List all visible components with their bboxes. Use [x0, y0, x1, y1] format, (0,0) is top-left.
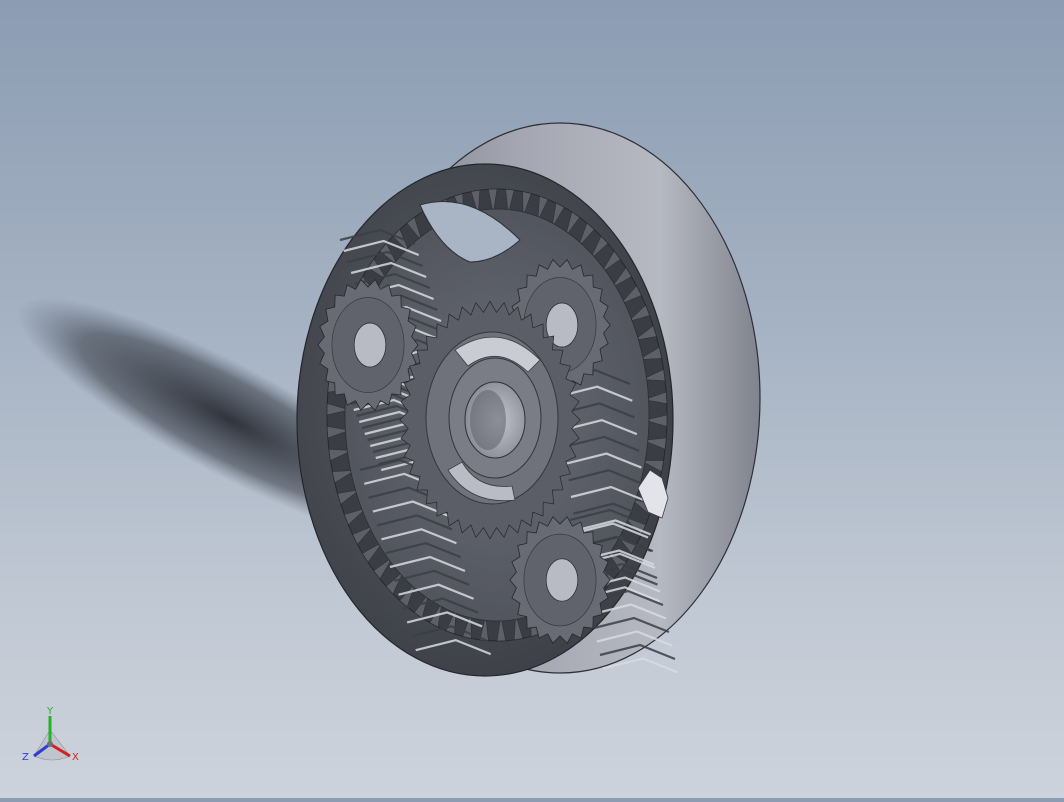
orientation-triad[interactable]: Y X Z — [22, 706, 79, 763]
gear-model[interactable] — [296, 122, 761, 677]
sun-carrier — [399, 300, 581, 540]
triad-x-label: X — [72, 752, 79, 763]
3d-viewport[interactable]: Y X Z — [0, 0, 1064, 798]
triad-y-label: Y — [46, 706, 54, 717]
triad-z-label: Z — [22, 752, 29, 763]
